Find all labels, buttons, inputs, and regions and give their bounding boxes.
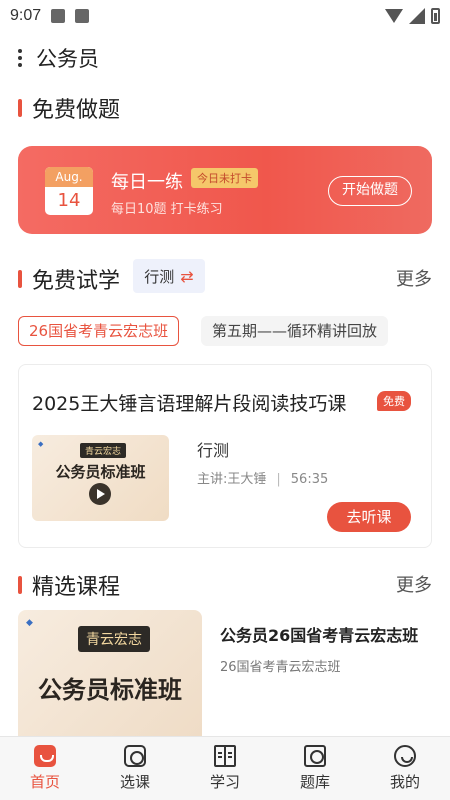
nav-question-bank[interactable]: 题库 [270, 737, 360, 800]
gallery-notification-icon [51, 9, 66, 23]
trial-course-card[interactable]: 2025王大锤言语理解片段阅读技巧课 免费 ◆ 青云宏志 公务员标准班 行测 主… [18, 364, 432, 548]
start-practice-button[interactable]: 开始做题 [328, 176, 412, 206]
calendar-icon: Aug. 14 [45, 167, 93, 215]
calendar-day: 14 [57, 190, 81, 211]
calendar-month: Aug. [45, 167, 93, 187]
thumb-tag: 青云宏志 [78, 626, 150, 652]
home-icon [34, 745, 56, 767]
status-time: 9:07 [10, 7, 42, 24]
signal-icon [409, 8, 425, 24]
thumb-main-text: 公务员标准班 [55, 463, 146, 481]
thumb-main-text: 公务员标准班 [38, 676, 182, 704]
meta-separator: | [276, 472, 281, 487]
selected-courses-section-title: 精选课程 [18, 569, 120, 601]
course-title: 2025王大锤言语理解片段阅读技巧课 [32, 393, 347, 415]
nav-label: 学习 [209, 773, 240, 791]
course-lecturer: 主讲:王大锤 [197, 472, 267, 487]
daily-practice-title: 每日一练 [111, 172, 183, 193]
course-meta: 主讲:王大锤 | 56:35 [197, 468, 328, 487]
profile-icon [394, 745, 416, 767]
section-title-text: 免费做题 [32, 98, 121, 123]
nav-courses[interactable]: 选课 [90, 737, 180, 800]
selected-course-subtitle: 26国省考青云宏志班 [220, 660, 341, 675]
nav-study[interactable]: 学习 [180, 737, 270, 800]
selected-course-thumbnail[interactable]: ◆ 青云宏志 公务员标准班 [18, 610, 202, 736]
bottom-navigation: 首页 选课 学习 题库 我的 [0, 736, 450, 800]
battery-icon [431, 8, 440, 24]
nav-home[interactable]: 首页 [0, 737, 90, 800]
section-title-text: 精选课程 [32, 575, 121, 600]
free-badge: 免费 [377, 391, 411, 411]
course-duration: 56:35 [290, 472, 329, 487]
listen-button[interactable]: 去听课 [327, 502, 411, 532]
course-subject: 行测 [197, 441, 230, 460]
free-trial-more-link[interactable]: 更多 [396, 265, 432, 291]
selected-course-title[interactable]: 公务员26国省考青云宏志班 [220, 622, 418, 646]
swap-icon: ⇄ [180, 266, 194, 286]
section-accent-bar [18, 270, 22, 288]
app-notification-icon [75, 9, 90, 23]
section-accent-bar [18, 99, 22, 117]
menu-dots-icon[interactable] [12, 46, 28, 70]
page-title[interactable]: 公务员 [36, 43, 99, 73]
section-accent-bar [18, 576, 22, 594]
nav-label: 首页 [29, 773, 60, 791]
status-bar: 9:07 [0, 0, 450, 32]
thumb-tag: 青云宏志 [80, 443, 127, 458]
daily-practice-subtitle: 每日10题 打卡练习 [111, 202, 223, 217]
free-trial-section-title: 免费试学 [18, 263, 120, 295]
section-title-text: 免费试学 [32, 269, 121, 294]
nav-profile[interactable]: 我的 [360, 737, 450, 800]
course-icon [124, 745, 146, 767]
study-icon [214, 745, 236, 767]
wifi-icon [385, 9, 403, 23]
free-practice-section-title: 免费做题 [18, 92, 120, 124]
thumb-logo-icon: ◆ [38, 440, 44, 448]
play-icon[interactable] [89, 483, 111, 505]
question-bank-icon [304, 745, 326, 767]
subject-chip-label: 行测 [144, 267, 175, 286]
nav-label: 选课 [119, 773, 150, 791]
daily-practice-card[interactable]: Aug. 14 每日一练 今日未打卡 每日10题 打卡练习 开始做题 [18, 146, 432, 234]
selected-courses-more-link[interactable]: 更多 [396, 571, 432, 597]
nav-label: 题库 [299, 773, 330, 791]
thumb-logo-icon: ◆ [26, 618, 33, 628]
subject-switch-chip[interactable]: 行测 ⇄ [133, 259, 205, 293]
course-thumbnail[interactable]: ◆ 青云宏志 公务员标准班 [32, 435, 169, 521]
checkin-status-badge: 今日未打卡 [191, 168, 258, 188]
nav-label: 我的 [389, 773, 420, 791]
tab-qingyun-class[interactable]: 26国省考青云宏志班 [18, 316, 180, 346]
tab-fifth-period-replay[interactable]: 第五期——循环精讲回放 [201, 316, 389, 346]
header: 公务员 [12, 40, 99, 76]
